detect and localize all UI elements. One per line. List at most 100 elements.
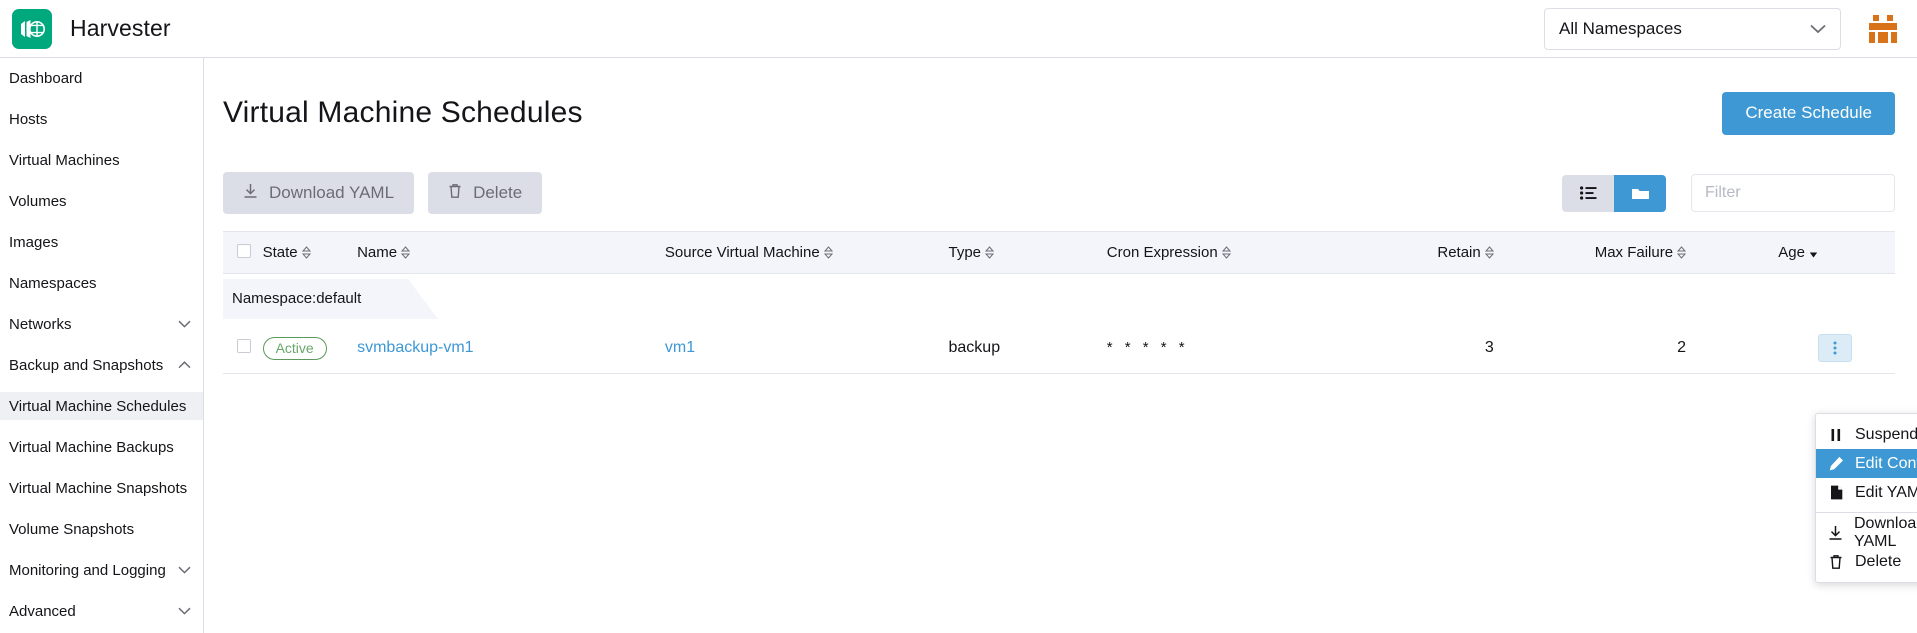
schedules-table: State Name [223,231,1895,374]
brand[interactable]: Harvester [0,9,171,49]
download-yaml-button[interactable]: Download YAML [223,172,414,214]
sidebar-item-virtual-machine-backups[interactable]: Virtual Machine Backups [0,433,203,461]
sidebar-item-label: Monitoring and Logging [9,562,166,579]
sidebar-item-label: Volume Snapshots [9,521,134,538]
sidebar-item-label: Images [9,234,58,251]
cell-actions [1818,324,1895,374]
column-header-source-virtual-machine[interactable]: Source Virtual Machine [665,232,949,274]
sidebar-item-label: Virtual Machines [9,152,120,169]
sidebar-group-advanced[interactable]: Advanced [0,597,203,625]
pause-icon [1828,428,1844,442]
chevron-down-icon [178,605,191,617]
sidebar-nav-list: Dashboard Hosts Virtual Machines Volumes… [0,64,203,625]
page-header: Virtual Machine Schedules Create Schedul… [223,58,1895,150]
sidebar-item-hosts[interactable]: Hosts [0,105,203,133]
sidebar-item-dashboard[interactable]: Dashboard [0,64,203,92]
column-header-type[interactable]: Type [949,232,1107,274]
cell-type: backup [949,324,1107,374]
row-context-menu: Suspend Edit Config Edit YAML Download Y… [1815,413,1917,583]
namespace-tab-slant [408,279,438,319]
column-header-state[interactable]: State [263,232,358,274]
chevron-up-icon [178,359,191,371]
column-header-cron-expression[interactable]: Cron Expression [1107,232,1307,274]
file-icon [1828,485,1844,500]
top-header: Harvester All Namespaces [0,0,1917,58]
download-yaml-label: Download YAML [269,183,394,203]
sidebar-item-virtual-machine-snapshots[interactable]: Virtual Machine Snapshots [0,474,203,502]
sidebar-item-images[interactable]: Images [0,228,203,256]
context-menu-item-label: Delete [1855,553,1901,571]
delete-label: Delete [473,183,522,203]
download-icon [243,183,258,204]
sort-icon [401,246,410,259]
brand-name: Harvester [70,15,171,42]
ellipsis-vertical-icon [1833,341,1837,355]
sidebar-item-label: Advanced [9,603,76,620]
column-header-retain[interactable]: Retain [1307,232,1494,274]
delete-button[interactable]: Delete [428,172,542,214]
sort-icon [824,246,833,259]
row-actions-button[interactable] [1818,334,1852,362]
sidebar-item-label: Volumes [9,193,67,210]
chevron-down-icon [178,564,191,576]
row-checkbox[interactable] [237,339,251,353]
list-view-icon[interactable] [1562,175,1614,212]
context-menu-item-download-yaml[interactable]: Download YAML [1816,518,1917,547]
select-all-checkbox[interactable] [237,244,251,258]
cell-cron-expression: * * * * * [1107,324,1307,374]
namespace-group-value: default [316,290,361,307]
context-menu-item-edit-yaml[interactable]: Edit YAML [1816,478,1917,507]
sidebar-group-networks[interactable]: Networks [0,310,203,338]
table-body: Namespace: default Active [223,274,1895,374]
column-label: Age [1778,244,1805,261]
sidebar-item-namespaces[interactable]: Namespaces [0,269,203,297]
column-header-age[interactable]: Age [1686,232,1818,274]
table-head: State Name [223,232,1895,274]
context-menu-item-delete[interactable]: Delete [1816,547,1917,576]
context-menu-separator [1816,512,1917,513]
schedule-name-link[interactable]: svmbackup-vm1 [357,339,473,356]
namespace-group-row: Namespace: default [223,274,1895,324]
column-header-max-failure[interactable]: Max Failure [1494,232,1686,274]
trash-icon [448,183,462,204]
sidebar-group-backup-and-snapshots[interactable]: Backup and Snapshots [0,351,203,379]
sidebar-group-monitoring-and-logging[interactable]: Monitoring and Logging [0,556,203,584]
column-label: Name [357,244,397,261]
page-title: Virtual Machine Schedules [223,96,583,130]
sort-desc-icon [1809,246,1818,259]
context-menu-item-label: Edit YAML [1855,484,1917,502]
namespace-select-value: All Namespaces [1559,19,1682,39]
cell-name: svmbackup-vm1 [357,324,665,374]
context-menu-item-suspend[interactable]: Suspend [1816,420,1917,449]
folder-group-icon[interactable] [1614,175,1666,212]
filter-input[interactable] [1691,174,1895,212]
table-toolbar: Download YAML Delete [223,172,1895,214]
avatar[interactable] [1863,9,1903,49]
pencil-icon [1828,456,1844,471]
column-header-name[interactable]: Name [357,232,665,274]
sidebar-item-virtual-machines[interactable]: Virtual Machines [0,146,203,174]
column-label: State [263,244,298,261]
context-menu-item-label: Download YAML [1854,515,1917,551]
sidebar-item-volume-snapshots[interactable]: Volume Snapshots [0,515,203,543]
create-schedule-button[interactable]: Create Schedule [1722,92,1895,135]
sidebar-item-virtual-machine-schedules[interactable]: Virtual Machine Schedules [0,392,203,420]
sidebar: Dashboard Hosts Virtual Machines Volumes… [0,58,204,633]
sort-icon [1677,246,1686,259]
download-icon [1828,525,1843,541]
context-menu-item-edit-config[interactable]: Edit Config [1816,449,1917,478]
source-vm-link[interactable]: vm1 [665,339,695,356]
main-content: Virtual Machine Schedules Create Schedul… [204,58,1917,633]
sidebar-item-label: Networks [9,316,72,333]
sidebar-item-volumes[interactable]: Volumes [0,187,203,215]
column-label: Retain [1437,244,1480,261]
cron-expression-value: * * * * * [1107,339,1189,356]
table-header-row: State Name [223,232,1895,274]
row-select-cell [223,324,263,374]
sort-icon [1485,246,1494,259]
chevron-down-icon [178,318,191,330]
select-all-header [223,232,263,274]
trash-icon [1828,554,1844,570]
cell-retain: 3 [1307,324,1494,374]
namespace-select[interactable]: All Namespaces [1544,8,1841,50]
